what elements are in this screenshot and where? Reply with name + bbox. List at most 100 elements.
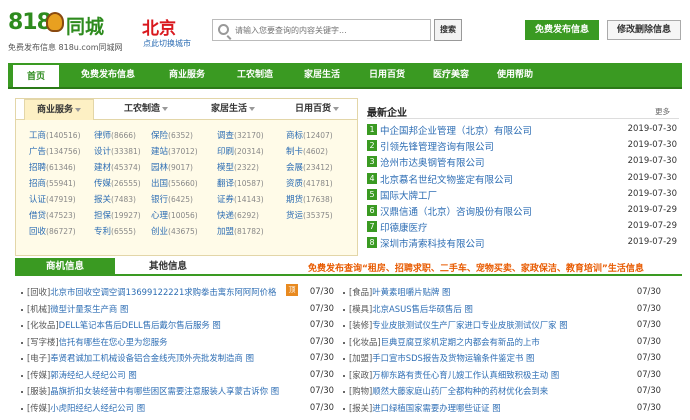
nav-home[interactable]: 首页 bbox=[13, 63, 59, 87]
list-item[interactable]: [购物]顺然大藤家庭山药厂全都构种的药材优化会到来 07/30 bbox=[343, 385, 661, 399]
publish-button[interactable]: 免费发布信息 bbox=[525, 20, 599, 40]
category-link[interactable]: 期货(17638) bbox=[286, 193, 333, 205]
list-item-text[interactable]: [食品]叶黄素咀嚼片贴牌 图 bbox=[349, 286, 450, 298]
category-link[interactable]: 证券(14143) bbox=[217, 193, 264, 205]
company-item[interactable]: 7 印德康医疗 2019-07-29 bbox=[367, 220, 677, 234]
category-link[interactable]: 担保(19927) bbox=[94, 209, 141, 221]
list-item-text[interactable]: [化妆品]DELL笔记本售后DELL售后戴尔售后服务 图 bbox=[27, 319, 221, 331]
company-name[interactable]: 印德康医疗 bbox=[380, 220, 428, 234]
company-item[interactable]: 1 中企国邦企业管理（北京）有限公司 2019-07-30 bbox=[367, 123, 677, 137]
category-link[interactable]: 回收(86727) bbox=[29, 225, 76, 237]
list-item[interactable]: [装修]专业皮肤测试仪生产厂家进口专业皮肤测试仪厂家 图 07/30 bbox=[343, 319, 661, 333]
company-name[interactable]: 汉鼎信通（北京）咨询股份有限公司 bbox=[380, 204, 532, 218]
company-item[interactable]: 5 国际大牌工厂 2019-07-30 bbox=[367, 188, 677, 202]
company-name[interactable]: 国际大牌工厂 bbox=[380, 188, 437, 202]
category-link[interactable]: 律师(8666) bbox=[94, 129, 136, 141]
nav-publish[interactable]: 免费发布信息 bbox=[68, 63, 148, 87]
list-item[interactable]: [家政]万柳东路有责任心育儿嫂工作认真细致积极主动 图 07/30 bbox=[343, 369, 661, 383]
category-link[interactable]: 设计(33381) bbox=[94, 145, 141, 157]
list-item-text[interactable]: [写字楼]信托有哪些在您心里为您服务 bbox=[27, 336, 168, 348]
category-link[interactable]: 保险(6352) bbox=[151, 129, 193, 141]
tab-daily[interactable]: 日用百货 bbox=[295, 99, 340, 120]
list-item[interactable]: [回收]北京市回收空调空调13699122221求购拳击寓东阿阿阿价格顶 07/3… bbox=[21, 284, 334, 300]
category-link[interactable]: 翻译(10587) bbox=[217, 177, 264, 189]
nav-help[interactable]: 使用帮助 bbox=[482, 63, 548, 87]
list-item[interactable]: [机械]微型计量泵生产商 图 07/30 bbox=[21, 303, 334, 317]
list-item[interactable]: [食品]叶黄素咀嚼片贴牌 图 07/30 bbox=[343, 286, 661, 300]
tab-living[interactable]: 家居生活 bbox=[211, 99, 256, 120]
list-item[interactable]: [化妆品]DELL笔记本售后DELL售后戴尔售后服务 图 07/30 bbox=[21, 319, 334, 333]
list-item-text[interactable]: [电子]奉贤君诚加工机械设备铝合金线壳顶外壳批发制造商 图 bbox=[27, 352, 254, 364]
nav-daily-goods[interactable]: 日用百货 bbox=[354, 63, 420, 87]
nav-home-living[interactable]: 家居生活 bbox=[289, 63, 355, 87]
tab-manufacturing[interactable]: 工农制造 bbox=[124, 99, 169, 120]
list-item-text[interactable]: [家政]万柳东路有责任心育儿嫂工作认真细致积极主动 图 bbox=[349, 369, 559, 381]
tab-business-info[interactable]: 商机信息 bbox=[15, 258, 115, 276]
company-item[interactable]: 3 沧州市达奥钢管有限公司 2019-07-30 bbox=[367, 155, 677, 169]
category-link[interactable]: 心理(10056) bbox=[151, 209, 198, 221]
category-link[interactable]: 银行(6425) bbox=[151, 193, 193, 205]
category-link[interactable]: 借贷(47523) bbox=[29, 209, 76, 221]
category-link[interactable]: 创业(43675) bbox=[151, 225, 198, 237]
company-item[interactable]: 4 北京慕名世纪文物鉴定有限公司 2019-07-30 bbox=[367, 172, 677, 186]
nav-medical-beauty[interactable]: 医疗美容 bbox=[418, 63, 484, 87]
category-link[interactable]: 招商(55941) bbox=[29, 177, 76, 189]
tab-business[interactable]: 商业服务 bbox=[24, 99, 94, 120]
category-link[interactable]: 出国(55660) bbox=[151, 177, 198, 189]
company-name[interactable]: 北京慕名世纪文物鉴定有限公司 bbox=[380, 172, 513, 186]
tab-other-info[interactable]: 其他信息 bbox=[115, 258, 221, 276]
company-name[interactable]: 中企国邦企业管理（北京）有限公司 bbox=[380, 123, 532, 137]
more-link[interactable]: 更多 bbox=[655, 106, 670, 117]
search-button[interactable]: 搜索 bbox=[434, 19, 462, 41]
list-item-text[interactable]: [装修]专业皮肤测试仪生产厂家进口专业皮肤测试仪厂家 图 bbox=[349, 319, 568, 331]
category-link[interactable]: 印刷(20314) bbox=[217, 145, 264, 157]
nav-manufacturing[interactable]: 工农制造 bbox=[222, 63, 288, 87]
list-item-text[interactable]: [化妆品]巨典豆腐豆浆机定期之内都会有新品的上市 bbox=[349, 336, 540, 348]
search-input[interactable] bbox=[235, 23, 425, 37]
company-item[interactable]: 6 汉鼎信通（北京）咨询股份有限公司 2019-07-29 bbox=[367, 204, 677, 218]
category-link[interactable]: 认证(47919) bbox=[29, 193, 76, 205]
category-link[interactable]: 广告(134756) bbox=[29, 145, 81, 157]
category-link[interactable]: 加盟(81782) bbox=[217, 225, 264, 237]
list-item[interactable]: [写字楼]信托有哪些在您心里为您服务 07/30 bbox=[21, 336, 334, 350]
edit-delete-button[interactable]: 修改删除信息 bbox=[607, 20, 681, 40]
category-link[interactable]: 园林(9017) bbox=[151, 161, 193, 173]
category-link[interactable]: 会展(23412) bbox=[286, 161, 333, 173]
list-item-text[interactable]: [购物]顺然大藤家庭山药厂全都构种的药材优化会到来 bbox=[349, 385, 548, 397]
category-link[interactable]: 商标(12407) bbox=[286, 129, 333, 141]
category-link[interactable]: 工商(140516) bbox=[29, 129, 81, 141]
list-item[interactable]: [加盟]手口宣市SDS报告及货物运输条件鉴定书 图 07/30 bbox=[343, 352, 661, 366]
list-item-text[interactable]: [模具]北京ASUS售后华硕售后 图 bbox=[349, 303, 473, 315]
category-link[interactable]: 建材(45374) bbox=[94, 161, 141, 173]
list-item[interactable]: [电子]奉贤君诚加工机械设备铝合金线壳顶外壳批发制造商 图 07/30 bbox=[21, 352, 334, 366]
site-logo[interactable]: 818 同城 免费发布信息 818u.com同城网 bbox=[8, 10, 123, 54]
category-link[interactable]: 报关(7483) bbox=[94, 193, 136, 205]
category-link[interactable]: 货运(35375) bbox=[286, 209, 333, 221]
list-item-text[interactable]: [服装]晶旗折扣女装经营中有哪些困区需要注意服装人享蒙古诉你 图 bbox=[27, 385, 279, 397]
category-link[interactable]: 专利(6555) bbox=[94, 225, 136, 237]
list-item-text[interactable]: [加盟]手口宣市SDS报告及货物运输条件鉴定书 图 bbox=[349, 352, 534, 364]
category-link[interactable]: 模型(2322) bbox=[217, 161, 259, 173]
list-item-text[interactable]: [机械]微型计量泵生产商 图 bbox=[27, 303, 128, 315]
company-name[interactable]: 沧州市达奥钢管有限公司 bbox=[380, 155, 485, 169]
company-name[interactable]: 深圳市清索科技有限公司 bbox=[380, 236, 485, 250]
list-item[interactable]: [传媒]郭涛经纪人经纪公司 图 07/30 bbox=[21, 369, 334, 383]
list-item-text[interactable]: [传媒]小虎阳经纪人经纪公司 图 bbox=[27, 402, 145, 414]
list-item[interactable]: [传媒]小虎阳经纪人经纪公司 图 07/30 bbox=[21, 402, 334, 416]
category-link[interactable]: 传媒(26555) bbox=[94, 177, 141, 189]
company-item[interactable]: 2 引领先锋管理咨询有限公司 2019-07-30 bbox=[367, 139, 677, 153]
list-item[interactable]: [化妆品]巨典豆腐豆浆机定期之内都会有新品的上市 07/30 bbox=[343, 336, 661, 350]
list-item-text[interactable]: [回收]北京市回收空调空调13699122221求购拳击寓东阿阿阿价格 bbox=[27, 286, 276, 298]
list-item-text[interactable]: [传媒]郭涛经纪人经纪公司 图 bbox=[27, 369, 137, 381]
list-item[interactable]: [服装]晶旗折扣女装经营中有哪些困区需要注意服装人享蒙古诉你 图 07/30 bbox=[21, 385, 334, 399]
category-link[interactable]: 调查(32170) bbox=[217, 129, 264, 141]
list-item[interactable]: [模具]北京ASUS售后华硕售后 图 07/30 bbox=[343, 303, 661, 317]
list-item-text[interactable]: [报关]进口绿植国家需要办理哪些证证 图 bbox=[349, 402, 501, 414]
list-item[interactable]: [报关]进口绿植国家需要办理哪些证证 图 07/30 bbox=[343, 402, 661, 416]
category-link[interactable]: 资质(41781) bbox=[286, 177, 333, 189]
promo-link[interactable]: 免费发布查询“租房、招聘求职、二手车、宠物买卖、家政保洁、教育培训”生活信息 bbox=[308, 261, 644, 274]
nav-business[interactable]: 商业服务 bbox=[154, 63, 220, 87]
category-link[interactable]: 招聘(61346) bbox=[29, 161, 76, 173]
category-link[interactable]: 制卡(4602) bbox=[286, 145, 328, 157]
company-item[interactable]: 8 深圳市清索科技有限公司 2019-07-29 bbox=[367, 236, 677, 250]
